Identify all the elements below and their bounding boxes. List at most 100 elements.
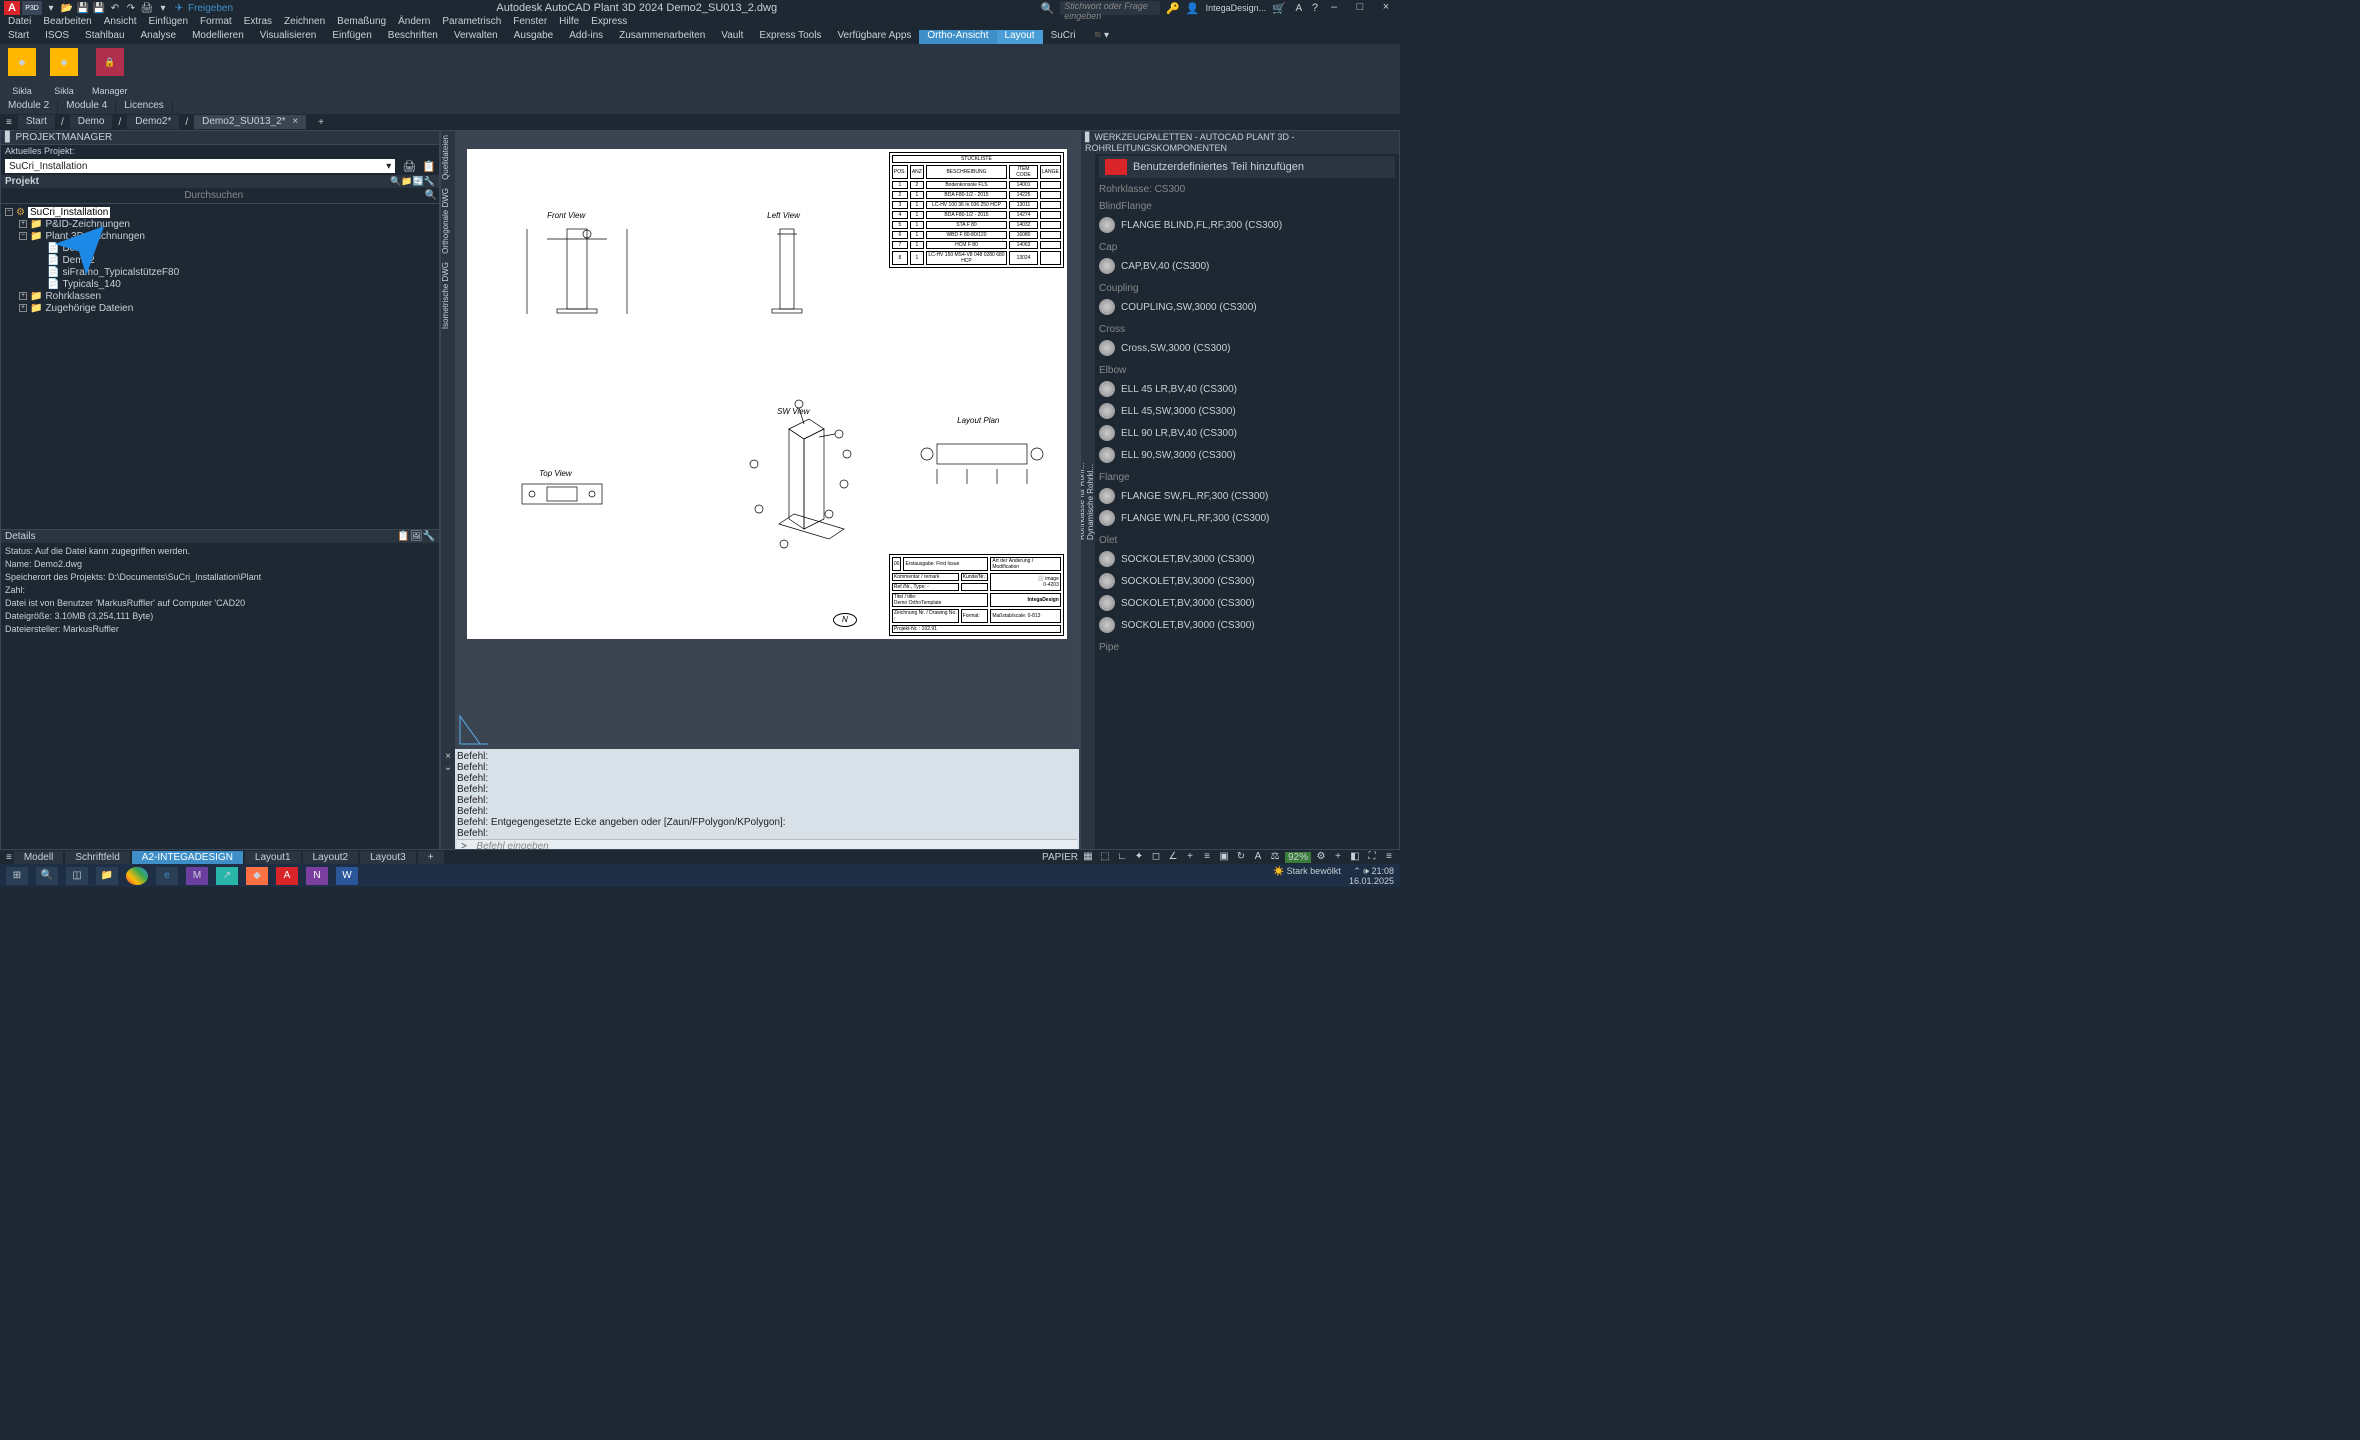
rtab-layout[interactable]: Layout <box>997 30 1043 44</box>
ftab-demo[interactable]: Demo <box>70 115 113 129</box>
ftab-active[interactable]: Demo2_SU013_2* × <box>194 115 306 129</box>
pal-item[interactable]: ELL 45 LR,BV,40 (CS300) <box>1099 378 1395 400</box>
pal-item[interactable]: SOCKOLET,BV,3000 (CS300) <box>1099 548 1395 570</box>
rtab-sucri[interactable]: SuCri <box>1043 30 1084 44</box>
lt-schrift[interactable]: Schriftfeld <box>65 851 129 864</box>
a-icon[interactable]: A <box>1292 1 1306 15</box>
tb-acad[interactable]: ↗ <box>216 867 238 885</box>
app-logo[interactable]: A <box>4 1 20 15</box>
pm-tools[interactable]: 🔍📁🔄🔧 <box>390 176 435 187</box>
ortho-icon[interactable]: ∟ <box>1115 851 1129 863</box>
tb-app[interactable]: M <box>186 867 208 885</box>
rtab-isos[interactable]: ISOS <box>37 30 77 44</box>
viewport-vtabs[interactable]: Quelldateien Orthogonale DWG Isometrisch… <box>441 131 455 749</box>
rtab-visual[interactable]: Visualisieren <box>252 30 325 44</box>
redo-icon[interactable]: ↷ <box>124 1 138 15</box>
rtab-model[interactable]: Modellieren <box>184 30 252 44</box>
tree-file-demo[interactable]: 📄Demo <box>5 242 435 254</box>
otrack-icon[interactable]: ∠ <box>1166 851 1180 863</box>
hamburger-icon[interactable]: ≡ <box>6 117 12 128</box>
save-icon[interactable]: 💾 <box>76 1 90 15</box>
pal-item[interactable]: SOCKOLET,BV,3000 (CS300) <box>1099 614 1395 636</box>
rtab-zusammen[interactable]: Zusammenarbeiten <box>611 30 713 44</box>
rp-manager[interactable]: 🔒 Manager <box>86 46 134 98</box>
scale-icon[interactable]: ⚖ <box>1268 851 1282 863</box>
tb-onenote[interactable]: N <box>306 867 328 885</box>
zoom-label[interactable]: 92% <box>1285 852 1311 863</box>
user-label[interactable]: IntegaDesign... <box>1206 3 1267 13</box>
win-start-button[interactable]: ⊞ <box>6 867 28 885</box>
tree-file-siframo[interactable]: 📄siFramo_TypicalstützeF80 <box>5 266 435 278</box>
drawing-canvas[interactable]: STUCKLISTE POS.ANZBESCHREIBUNGITEM CODEL… <box>455 131 1079 749</box>
rp-sikla2[interactable]: ◆ Sikla <box>44 46 84 98</box>
tb-weather[interactable]: ☀️ Stark bewölkt <box>1273 866 1341 876</box>
pal-item[interactable]: FLANGE WN,FL,RF,300 (CS300) <box>1099 507 1395 529</box>
pal-item[interactable]: SOCKOLET,BV,3000 (CS300) <box>1099 570 1395 592</box>
user-icon[interactable]: 👤 <box>1186 2 1200 15</box>
dd-icon[interactable]: ▾ <box>156 1 170 15</box>
save-as-icon[interactable]: 💾 <box>92 1 106 15</box>
maximize-button[interactable]: □ <box>1350 1 1370 15</box>
share-label[interactable]: Freigeben <box>188 3 233 14</box>
lt-model[interactable]: Modell <box>14 851 63 864</box>
menu-aendern[interactable]: Ändern <box>398 16 430 30</box>
rtab-start[interactable]: Start <box>0 30 37 44</box>
tray-net-icon[interactable]: 🕪 <box>1363 866 1369 876</box>
pal-item[interactable]: ELL 90,SW,3000 (CS300) <box>1099 444 1395 466</box>
dyn-icon[interactable]: + <box>1183 851 1197 863</box>
pal-item[interactable]: SOCKOLET,BV,3000 (CS300) <box>1099 592 1395 614</box>
pal-item[interactable]: Cross,SW,3000 (CS300) <box>1099 337 1395 359</box>
rp-sikla1[interactable]: ◆ Sikla <box>2 46 42 98</box>
search-icon[interactable]: 🔍 <box>1041 2 1055 15</box>
undo-icon[interactable]: ↶ <box>108 1 122 15</box>
rtab-verwalten[interactable]: Verwalten <box>446 30 506 44</box>
print-icon[interactable]: 🖨 <box>399 160 419 173</box>
tree-pid[interactable]: +📁P&ID-Zeichnungen <box>5 218 435 230</box>
fullscreen-icon[interactable]: ⛶ <box>1365 851 1379 863</box>
help-search[interactable]: Stichwort oder Frage eingeben <box>1060 1 1160 15</box>
clock-time[interactable]: 21:08 <box>1371 866 1394 876</box>
lt-a2[interactable]: A2-INTEGADESIGN <box>132 851 243 864</box>
palette-vtabs[interactable]: Dynamische Rohrkl... Rohrklasse für Rohr… <box>1081 154 1095 849</box>
menu-bemassung[interactable]: Bemaßung <box>337 16 386 30</box>
rtab-apps[interactable]: Verfügbare Apps <box>829 30 919 44</box>
pal-item[interactable]: CAP,BV,40 (CS300) <box>1099 255 1395 277</box>
pm-search[interactable]: Durchsuchen 🔍 <box>1 188 439 204</box>
share-icon[interactable]: ✈ <box>172 1 186 15</box>
tray-up-icon[interactable]: ⌃ <box>1353 866 1361 876</box>
tab-close-icon[interactable]: × <box>292 116 298 127</box>
menu-zeichnen[interactable]: Zeichnen <box>284 16 325 30</box>
menu-bearbeiten[interactable]: Bearbeiten <box>43 16 91 30</box>
cycle-icon[interactable]: ↻ <box>1234 851 1248 863</box>
clock-date[interactable]: 16.01.2025 <box>1349 876 1394 886</box>
subtab-lic[interactable]: Licences <box>116 100 172 114</box>
menu-hilfe[interactable]: Hilfe <box>559 16 579 30</box>
rtab-einfuegen[interactable]: Einfügen <box>324 30 379 44</box>
open-icon[interactable]: 📂 <box>60 1 74 15</box>
lineweight-icon[interactable]: ≡ <box>1200 851 1214 863</box>
tb-edge[interactable]: e <box>156 867 178 885</box>
rtab-express[interactable]: Express Tools <box>751 30 829 44</box>
key-icon[interactable]: 🔑 <box>1166 2 1180 15</box>
rtab-beschriften[interactable]: Beschriften <box>380 30 446 44</box>
menu-parametrisch[interactable]: Parametrisch <box>442 16 501 30</box>
tree-root[interactable]: −⚙SuCri_Installation <box>5 206 435 218</box>
trans-icon[interactable]: ▣ <box>1217 851 1231 863</box>
hamburger-icon[interactable]: ≡ <box>6 852 12 863</box>
tree-rohr[interactable]: +📁Rohrklassen <box>5 290 435 302</box>
badge-dd[interactable]: ▾ <box>44 1 58 15</box>
help-icon[interactable]: ? <box>1312 2 1318 14</box>
rtab-vault[interactable]: Vault <box>713 30 751 44</box>
pal-item[interactable]: COUPLING,SW,3000 (CS300) <box>1099 296 1395 318</box>
menu-express[interactable]: Express <box>591 16 627 30</box>
print-icon[interactable]: 🖨 <box>140 1 154 15</box>
tb-taskview[interactable]: ◫ <box>66 867 88 885</box>
anno-icon[interactable]: A <box>1251 851 1265 863</box>
close-button[interactable]: × <box>1376 1 1396 15</box>
osnap-icon[interactable]: ◻ <box>1149 851 1163 863</box>
rtab-extra[interactable]: ◾▾ <box>1084 30 1117 44</box>
tb-explorer[interactable]: 📁 <box>96 867 118 885</box>
menu-einfuegen[interactable]: Einfügen <box>149 16 188 30</box>
rtab-stahlbau[interactable]: Stahlbau <box>77 30 132 44</box>
menu-ansicht[interactable]: Ansicht <box>104 16 137 30</box>
